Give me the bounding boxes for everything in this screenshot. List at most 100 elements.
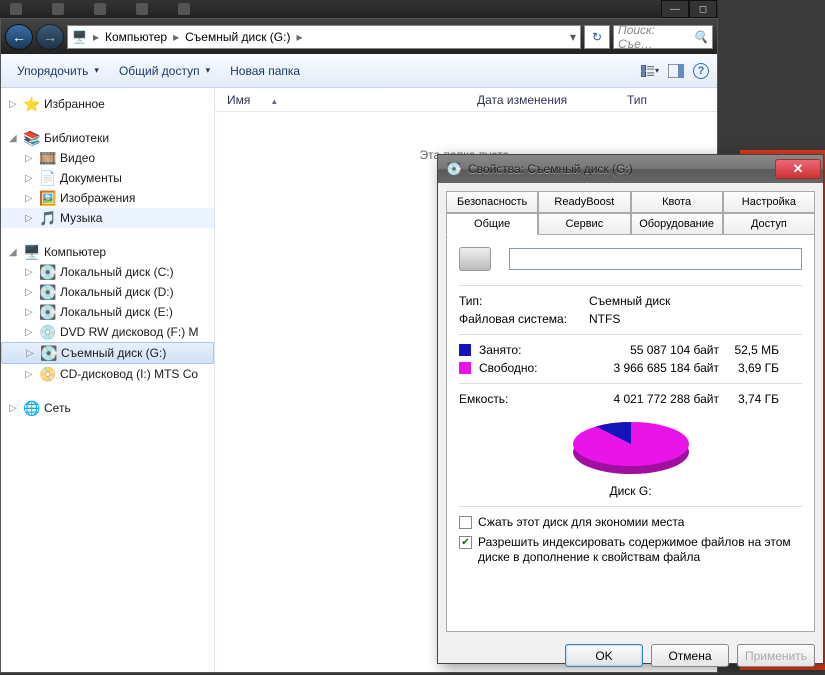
expand-icon[interactable]: ▷ bbox=[26, 348, 37, 359]
filesystem-label: Файловая система: bbox=[459, 312, 589, 326]
sidebar-drive-e[interactable]: ▷ 💽 Локальный диск (E:) bbox=[1, 302, 214, 322]
expand-icon[interactable]: ▷ bbox=[25, 213, 36, 224]
drive-icon: 💽 bbox=[446, 161, 462, 177]
apply-button[interactable]: Применить bbox=[737, 644, 815, 667]
sidebar-network[interactable]: ▷ 🌐 Сеть bbox=[1, 398, 214, 418]
drive-icon: 💽 bbox=[40, 264, 56, 280]
tab-quota[interactable]: Квота bbox=[631, 191, 723, 213]
preview-pane-button[interactable] bbox=[667, 62, 685, 80]
cd-icon: 📀 bbox=[40, 366, 56, 382]
capacity-hr: 3,74 ГБ bbox=[719, 392, 779, 406]
expand-icon[interactable]: ▷ bbox=[25, 369, 36, 380]
sidebar-drive-c[interactable]: ▷ 💽 Локальный диск (C:) bbox=[1, 262, 214, 282]
minimize-button[interactable]: — bbox=[661, 0, 689, 18]
drive-icon: 💽 bbox=[40, 304, 56, 320]
chevron-right-icon[interactable]: ▸ bbox=[294, 30, 304, 44]
removable-drive-icon: 💽 bbox=[41, 345, 57, 361]
breadcrumb-drive[interactable]: Съемный диск (G:) bbox=[185, 30, 290, 44]
maximize-button[interactable]: ◻ bbox=[689, 0, 717, 18]
used-color-swatch bbox=[459, 344, 471, 356]
used-bytes: 55 087 104 байт bbox=[589, 343, 719, 357]
column-name[interactable]: Имя▲ bbox=[215, 93, 465, 107]
expand-icon[interactable]: ▷ bbox=[25, 307, 36, 318]
video-icon: 🎞️ bbox=[40, 150, 56, 166]
expand-icon[interactable]: ▷ bbox=[9, 403, 20, 414]
help-button[interactable]: ? bbox=[693, 63, 709, 79]
new-folder-button[interactable]: Новая папка bbox=[222, 60, 308, 82]
share-button[interactable]: Общий доступ bbox=[111, 60, 218, 82]
sidebar-computer[interactable]: ◢ 🖥️ Компьютер bbox=[1, 242, 214, 262]
free-bytes: 3 966 685 184 байт bbox=[589, 361, 719, 375]
sidebar-documents[interactable]: ▷ 📄 Документы bbox=[1, 168, 214, 188]
compress-checkbox[interactable] bbox=[459, 516, 472, 529]
column-type[interactable]: Тип bbox=[615, 93, 695, 107]
tab-hardware[interactable]: Оборудование bbox=[631, 213, 723, 235]
music-icon: 🎵 bbox=[40, 210, 56, 226]
chevron-right-icon[interactable]: ▸ bbox=[91, 30, 101, 44]
tab-security[interactable]: Безопасность bbox=[446, 191, 538, 213]
tab-general[interactable]: Общие bbox=[446, 213, 538, 235]
sidebar-drive-f[interactable]: ▷ 💿 DVD RW дисковод (F:) M bbox=[1, 322, 214, 342]
search-icon: 🔍 bbox=[693, 30, 708, 44]
sidebar-favorites[interactable]: ▷ ⭐ Избранное bbox=[1, 94, 214, 114]
free-label: Свободно: bbox=[479, 361, 589, 375]
free-hr: 3,69 ГБ bbox=[719, 361, 779, 375]
compress-label: Сжать этот диск для экономии места bbox=[478, 515, 684, 531]
disk-usage-pie bbox=[566, 418, 696, 478]
expand-icon[interactable]: ▷ bbox=[25, 267, 36, 278]
sidebar-drive-d[interactable]: ▷ 💽 Локальный диск (D:) bbox=[1, 282, 214, 302]
used-hr: 52,5 МБ bbox=[719, 343, 779, 357]
dialog-titlebar[interactable]: 💽 Свойства: Съемный диск (G:) ✕ bbox=[438, 155, 823, 183]
chevron-down-icon[interactable]: ▾ bbox=[570, 30, 576, 44]
collapse-icon[interactable]: ◢ bbox=[9, 133, 20, 144]
sidebar-drive-i[interactable]: ▷ 📀 CD-дисковод (I:) MTS Co bbox=[1, 364, 214, 384]
filesystem-value: NTFS bbox=[589, 312, 620, 326]
expand-icon[interactable]: ▷ bbox=[25, 287, 36, 298]
sidebar-video[interactable]: ▷ 🎞️ Видео bbox=[1, 148, 214, 168]
close-button[interactable]: ✕ bbox=[775, 159, 821, 179]
type-value: Съемный диск bbox=[589, 294, 670, 308]
network-icon: 🌐 bbox=[24, 400, 40, 416]
sidebar-drive-g[interactable]: ▷ 💽 Съемный диск (G:) bbox=[1, 342, 214, 364]
tab-tools[interactable]: Сервис bbox=[538, 213, 630, 235]
expand-icon[interactable]: ▷ bbox=[25, 193, 36, 204]
sort-indicator-icon: ▲ bbox=[270, 97, 278, 106]
images-icon: 🖼️ bbox=[40, 190, 56, 206]
expand-icon[interactable]: ▷ bbox=[9, 99, 20, 110]
chevron-right-icon[interactable]: ▸ bbox=[171, 30, 181, 44]
dialog-title: Свойства: Съемный диск (G:) bbox=[468, 162, 775, 176]
column-date[interactable]: Дата изменения bbox=[465, 93, 615, 107]
capacity-label: Емкость: bbox=[459, 392, 589, 406]
address-bar[interactable]: 🖥️ ▸ Компьютер ▸ Съемный диск (G:) ▸ ▾ bbox=[67, 25, 581, 49]
view-options-button[interactable]: ▾ bbox=[641, 62, 659, 80]
tab-customize[interactable]: Настройка bbox=[723, 191, 815, 213]
toolbar: Упорядочить Общий доступ Новая папка ▾ ? bbox=[1, 54, 717, 88]
index-checkbox[interactable]: ✔ bbox=[459, 536, 472, 549]
expand-icon[interactable]: ▷ bbox=[25, 153, 36, 164]
pie-label: Диск G: bbox=[609, 484, 651, 498]
collapse-icon[interactable]: ◢ bbox=[9, 247, 20, 258]
refresh-button[interactable]: ↻ bbox=[584, 25, 610, 49]
organize-button[interactable]: Упорядочить bbox=[9, 60, 107, 82]
forward-button[interactable]: → bbox=[36, 24, 64, 50]
search-input[interactable]: Поиск: Съе… 🔍 bbox=[613, 25, 713, 49]
breadcrumb-computer[interactable]: Компьютер bbox=[105, 30, 167, 44]
back-button[interactable]: ← bbox=[5, 24, 33, 50]
computer-icon: 🖥️ bbox=[24, 244, 40, 260]
expand-icon[interactable]: ▷ bbox=[25, 173, 36, 184]
capacity-bytes: 4 021 772 288 байт bbox=[589, 392, 719, 406]
expand-icon[interactable]: ▷ bbox=[25, 327, 36, 338]
star-icon: ⭐ bbox=[24, 96, 40, 112]
cancel-button[interactable]: Отмена bbox=[651, 644, 729, 667]
documents-icon: 📄 bbox=[40, 170, 56, 186]
drive-label-input[interactable] bbox=[509, 248, 802, 270]
sidebar-libraries[interactable]: ◢ 📚 Библиотеки bbox=[1, 128, 214, 148]
tab-sharing[interactable]: Доступ bbox=[723, 213, 815, 235]
drive-icon: 💽 bbox=[40, 284, 56, 300]
ok-button[interactable]: OK bbox=[565, 644, 643, 667]
sidebar-music[interactable]: ▷ 🎵 Музыка bbox=[1, 208, 214, 228]
sidebar-images[interactable]: ▷ 🖼️ Изображения bbox=[1, 188, 214, 208]
free-color-swatch bbox=[459, 362, 471, 374]
tab-readyboost[interactable]: ReadyBoost bbox=[538, 191, 630, 213]
dvd-icon: 💿 bbox=[40, 324, 56, 340]
